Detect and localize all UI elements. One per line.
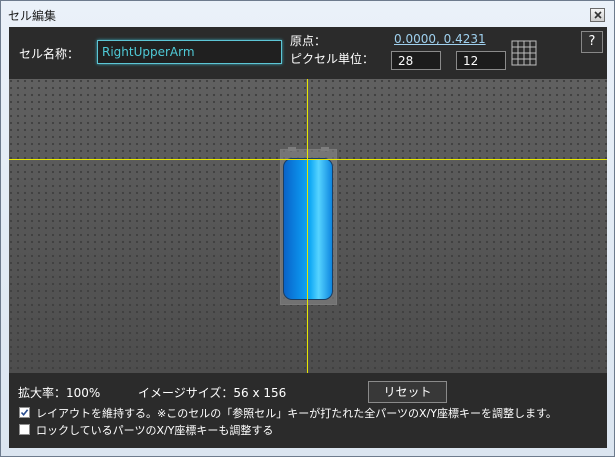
adjust-locked-parts-checkbox[interactable] — [19, 424, 30, 435]
cell-handle-right — [321, 147, 329, 151]
title-bar[interactable]: セル編集 — [1, 1, 614, 27]
grid-icon[interactable] — [511, 40, 537, 66]
checkmark-icon — [20, 409, 29, 417]
keep-layout-label: レイアウトを維持する。※このセルの「参照セル」キーが打たれた全パーツのX/Y座標… — [36, 407, 557, 420]
dialog-body: セル名称： RightUpperArm 原点： 0.0000, 0.4231 ピ… — [9, 27, 607, 448]
close-icon — [594, 11, 602, 19]
zoom-readout: 拡大率：100% — [18, 386, 101, 400]
keep-layout-checkbox[interactable] — [19, 407, 30, 418]
origin-value-link[interactable]: 0.0000, 0.4231 — [394, 32, 486, 46]
origin-guide-vertical — [307, 79, 308, 373]
right-upper-arm-image — [283, 158, 333, 300]
pixel-unit-x-input[interactable]: 28 — [391, 51, 441, 70]
origin-label: 原点： — [290, 34, 327, 48]
pixel-unit-y-input[interactable]: 12 — [456, 51, 506, 70]
origin-guide-horizontal — [9, 159, 607, 160]
adjust-locked-parts-label: ロックしているパーツのX/Y座標キーも調整する — [36, 424, 274, 437]
pixel-unit-label: ピクセル単位： — [290, 52, 375, 66]
cell-handle-left — [288, 147, 296, 151]
close-button[interactable] — [590, 8, 605, 22]
cell-edit-window: セル編集 セル名称： RightUpperArm 原点： 0.0000, 0.4… — [0, 0, 615, 457]
cell-name-input[interactable]: RightUpperArm — [97, 40, 282, 64]
cell-name-label: セル名称： — [19, 47, 80, 61]
help-button[interactable]: ? — [581, 31, 603, 53]
window-title: セル編集 — [8, 9, 57, 23]
cell-preview-canvas[interactable] — [9, 79, 607, 373]
reset-button[interactable]: リセット — [368, 381, 447, 403]
image-size-readout: イメージサイズ：56 x 156 — [138, 386, 287, 400]
